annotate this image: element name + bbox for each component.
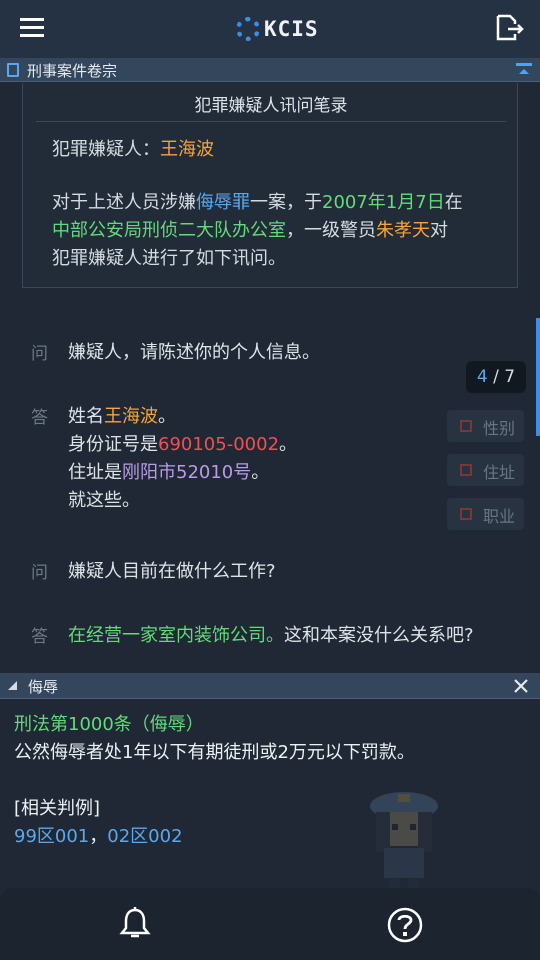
- law-panel-title: 侮辱: [28, 678, 59, 696]
- tag-occupation-button[interactable]: 职业: [447, 498, 524, 530]
- text: 。: [158, 406, 176, 427]
- corner-arrow-icon: [8, 681, 17, 690]
- text: 就这些。: [68, 490, 140, 511]
- current-page: 4: [476, 367, 488, 387]
- record-paragraph: 对于上述人员涉嫌侮辱罪一案，于2007年1月7日在中部公安局刑侦二大队办公室，一…: [52, 189, 512, 273]
- answer-mark: 答: [31, 408, 48, 428]
- date-keyword[interactable]: 2007年1月7日: [322, 192, 445, 213]
- total-pages: 7: [504, 367, 516, 387]
- location-keyword[interactable]: 中部公安局刑侦二大队办公室: [52, 220, 286, 241]
- suspect-name[interactable]: 王海波: [160, 139, 214, 160]
- question-mark: 问: [31, 344, 48, 364]
- text: 犯罪嫌疑人进行了如下讯问。: [52, 248, 286, 269]
- export-doc-icon: [496, 14, 524, 41]
- text: 对于上述人员涉嫌: [52, 192, 196, 213]
- answer-text: 姓名王海波。 身份证号是690105-0002。 住址是刚阳市52010号。 就…: [68, 403, 297, 515]
- menu-icon-line: [20, 26, 44, 29]
- id-keyword[interactable]: 690105-0002: [158, 434, 279, 455]
- related-cases-label: [相关判例]: [14, 798, 101, 819]
- checkbox-icon: [460, 508, 472, 520]
- text: 住址是: [68, 462, 122, 483]
- page-separator: /: [487, 367, 505, 387]
- page-counter: 4 / 7: [466, 361, 526, 393]
- charge-keyword[interactable]: 侮辱罪: [196, 192, 250, 213]
- checkbox-icon: [460, 464, 472, 476]
- text: 。: [279, 434, 298, 455]
- help-button[interactable]: [386, 906, 424, 944]
- logo-text: KCIS: [264, 17, 319, 41]
- law-article-body: 公然侮辱者处1年以下有期徒刑或2万元以下罚款。: [14, 742, 415, 763]
- checkbox-icon: [460, 420, 472, 432]
- scrollbar[interactable]: [536, 318, 540, 436]
- separator: ，: [89, 826, 108, 847]
- tag-gender-button[interactable]: 性别: [447, 410, 524, 442]
- close-icon: [514, 679, 528, 693]
- text: 身份证号是: [68, 434, 158, 455]
- text: 姓名: [68, 406, 104, 427]
- record-header-box: 犯罪嫌疑人讯问笔录 犯罪嫌疑人：王海波 对于上述人员涉嫌侮辱罪一案，于2007年…: [22, 83, 518, 288]
- top-bar: KCIS: [0, 0, 540, 58]
- close-button[interactable]: [512, 678, 530, 694]
- question-text: 嫌疑人，请陈述你的个人信息。: [68, 342, 320, 363]
- question-text: 嫌疑人目前在做什么工作?: [68, 561, 276, 582]
- export-button[interactable]: [494, 14, 524, 42]
- menu-icon-line: [20, 34, 44, 37]
- collapse-button[interactable]: [516, 63, 532, 77]
- bell-icon: [119, 907, 151, 938]
- related-case-link[interactable]: 02区002: [107, 826, 182, 847]
- officer-watermark-icon: [370, 792, 438, 890]
- text: 对: [430, 220, 448, 241]
- document-icon: [7, 63, 19, 77]
- section-title: 刑事案件卷宗: [27, 62, 118, 80]
- text: 在: [444, 192, 463, 213]
- occupation-keyword[interactable]: 在经营一家室内装饰公司。: [68, 625, 284, 646]
- interrogation-record[interactable]: 犯罪嫌疑人讯问笔录 犯罪嫌疑人：王海波 对于上述人员涉嫌侮辱罪一案，于2007年…: [0, 83, 540, 673]
- text: 一案，于: [250, 192, 322, 213]
- answer-text: 在经营一家室内装饰公司。这和本案没什么关系吧?: [68, 622, 474, 650]
- app-logo: KCIS: [236, 16, 319, 42]
- suspect-line: 犯罪嫌疑人：王海波: [52, 135, 214, 161]
- section-header: 刑事案件卷宗: [0, 58, 540, 82]
- tag-label: 性别: [483, 419, 516, 438]
- notification-button[interactable]: [118, 906, 152, 942]
- name-keyword[interactable]: 王海波: [104, 406, 158, 427]
- address-keyword[interactable]: 刚阳市52010号: [122, 462, 251, 483]
- tag-address-button[interactable]: 住址: [447, 454, 524, 486]
- help-icon: [387, 907, 423, 943]
- law-panel: 刑法第1000条（侮辱） 公然侮辱者处1年以下有期徒刑或2万元以下罚款。 [相关…: [0, 700, 540, 888]
- law-panel-header: 侮辱: [0, 673, 540, 699]
- logo-icon: [236, 17, 260, 41]
- law-article-title: 刑法第1000条（侮辱）: [14, 714, 204, 735]
- text: 这和本案没什么关系吧?: [284, 625, 474, 646]
- bottom-bar: [0, 888, 540, 960]
- suspect-label: 犯罪嫌疑人：: [52, 139, 160, 160]
- menu-button[interactable]: [20, 16, 46, 38]
- officer-keyword[interactable]: 朱孝天: [376, 220, 430, 241]
- tag-label: 职业: [483, 507, 516, 526]
- collapse-arrow-icon: [519, 69, 529, 74]
- related-cases: 99区001，02区002: [14, 822, 183, 848]
- related-case-link[interactable]: 99区001: [14, 826, 89, 847]
- menu-icon-line: [20, 18, 44, 21]
- tag-label: 住址: [483, 463, 516, 482]
- text: ，一级警员: [286, 220, 376, 241]
- answer-mark: 答: [31, 627, 48, 647]
- record-title: 犯罪嫌疑人讯问笔录: [194, 96, 348, 116]
- text: 。: [251, 462, 270, 483]
- question-mark: 问: [31, 563, 48, 583]
- divider: [36, 121, 506, 122]
